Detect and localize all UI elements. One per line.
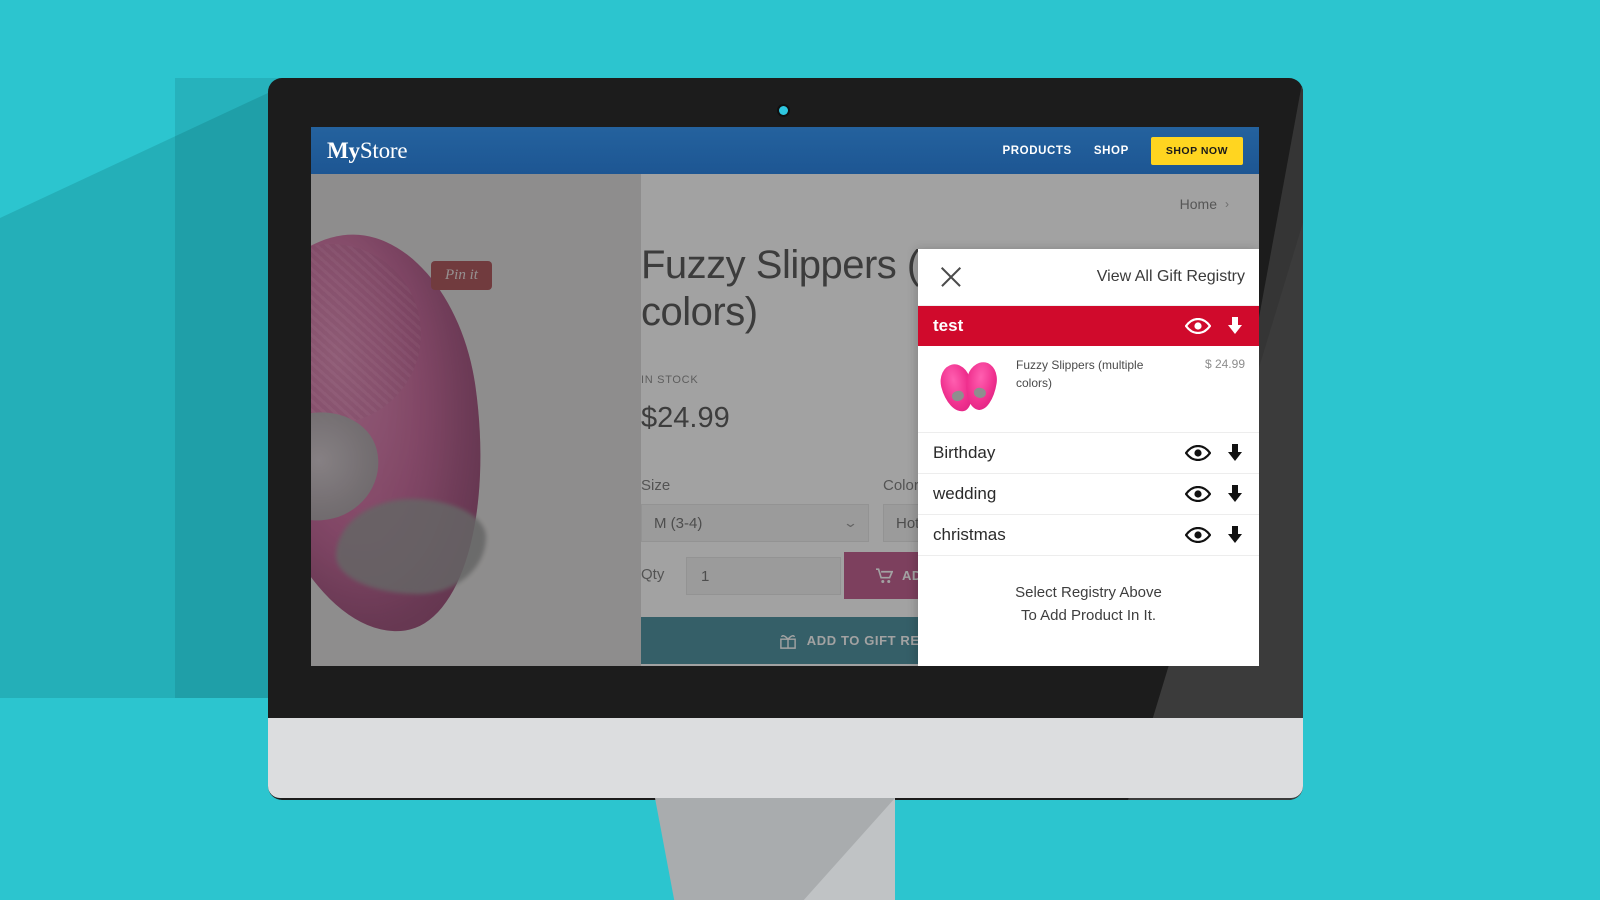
eye-icon[interactable] [1185, 318, 1211, 334]
shop-now-button[interactable]: SHOP NOW [1150, 136, 1243, 165]
product-price: $24.99 [641, 402, 730, 434]
registry-product-thumbnail [932, 356, 1004, 418]
eye-icon[interactable] [1185, 445, 1211, 461]
monitor: MyStore PRODUCTS SHOP SHOP NOW Pin it Ho… [268, 78, 1303, 800]
chevron-down-icon: ⌄ [842, 515, 859, 530]
registry-hint-line-2: To Add Product In It. [1020, 607, 1157, 625]
scene: MyStore PRODUCTS SHOP SHOP NOW Pin it Ho… [0, 0, 1600, 900]
quantity-value: 1 [701, 567, 710, 585]
gift-registry-panel-title[interactable]: View All Gift Registry [1097, 268, 1245, 286]
nav-item-products[interactable]: PRODUCTS [1003, 145, 1072, 157]
download-arrow-icon[interactable] [1225, 443, 1245, 463]
registry-name: wedding [933, 484, 997, 503]
registry-row-actions [1185, 443, 1245, 463]
breadcrumb-home[interactable]: Home [1180, 196, 1217, 212]
eye-icon[interactable] [1185, 486, 1211, 502]
brand-logo[interactable]: MyStore [327, 137, 408, 164]
nav-item-shop[interactable]: SHOP [1094, 145, 1129, 157]
download-arrow-icon[interactable] [1225, 316, 1245, 336]
pin-it-button[interactable]: Pin it [431, 261, 492, 290]
webcam-icon [779, 106, 788, 115]
color-label: Color [883, 477, 919, 494]
registry-row-test[interactable]: test [918, 306, 1259, 346]
gift-registry-panel: View All Gift Registry test Fuzzy Slippe… [918, 249, 1259, 666]
registry-row-christmas[interactable]: christmas [918, 515, 1259, 556]
registry-row-wedding[interactable]: wedding [918, 474, 1259, 515]
brand-bold: My [327, 137, 360, 163]
registry-name: test [933, 316, 964, 335]
registry-row-birthday[interactable]: Birthday [918, 433, 1259, 474]
registry-hint-line-1: Select Registry Above [1015, 584, 1162, 601]
thumbnail-heart-icon [950, 389, 965, 403]
registry-row-actions [1185, 484, 1245, 504]
close-icon[interactable] [938, 264, 964, 290]
size-select[interactable]: M (3-4) ⌄ [641, 504, 869, 542]
registry-hint: Select Registry Above To Add Product In … [918, 556, 1259, 628]
registry-row-actions [1185, 316, 1245, 336]
gift-icon [779, 634, 796, 649]
stock-status: IN STOCK [641, 374, 699, 386]
product-image[interactable]: Pin it [311, 174, 641, 666]
breadcrumb: Home › [1180, 196, 1229, 212]
thumbnail-heart-icon [973, 387, 987, 399]
registry-name: Birthday [933, 443, 996, 462]
quantity-input[interactable]: 1 [686, 557, 841, 595]
registry-row-actions [1185, 525, 1245, 545]
size-label: Size [641, 477, 671, 494]
screen: MyStore PRODUCTS SHOP SHOP NOW Pin it Ho… [311, 127, 1259, 666]
download-arrow-icon[interactable] [1225, 484, 1245, 504]
gift-registry-panel-header: View All Gift Registry [918, 249, 1259, 306]
registry-product-item[interactable]: Fuzzy Slippers (multiple colors) $ 24.99 [918, 346, 1259, 433]
download-arrow-icon[interactable] [1225, 525, 1245, 545]
site-header: MyStore PRODUCTS SHOP SHOP NOW [311, 127, 1259, 174]
monitor-drop-shadow [0, 78, 300, 698]
registry-name: christmas [933, 525, 1006, 544]
cart-icon [876, 567, 893, 583]
quantity-label: Qty [641, 566, 665, 583]
size-select-value: M (3-4) [654, 514, 703, 532]
registry-product-price: $ 24.99 [1204, 357, 1245, 371]
main-nav: PRODUCTS SHOP SHOP NOW [1003, 136, 1243, 165]
registry-product-name: Fuzzy Slippers (multiple colors) [1016, 358, 1144, 390]
monitor-chin [268, 718, 1303, 798]
eye-icon[interactable] [1185, 527, 1211, 543]
breadcrumb-separator-icon: › [1225, 197, 1229, 211]
brand-light: Store [359, 137, 408, 163]
